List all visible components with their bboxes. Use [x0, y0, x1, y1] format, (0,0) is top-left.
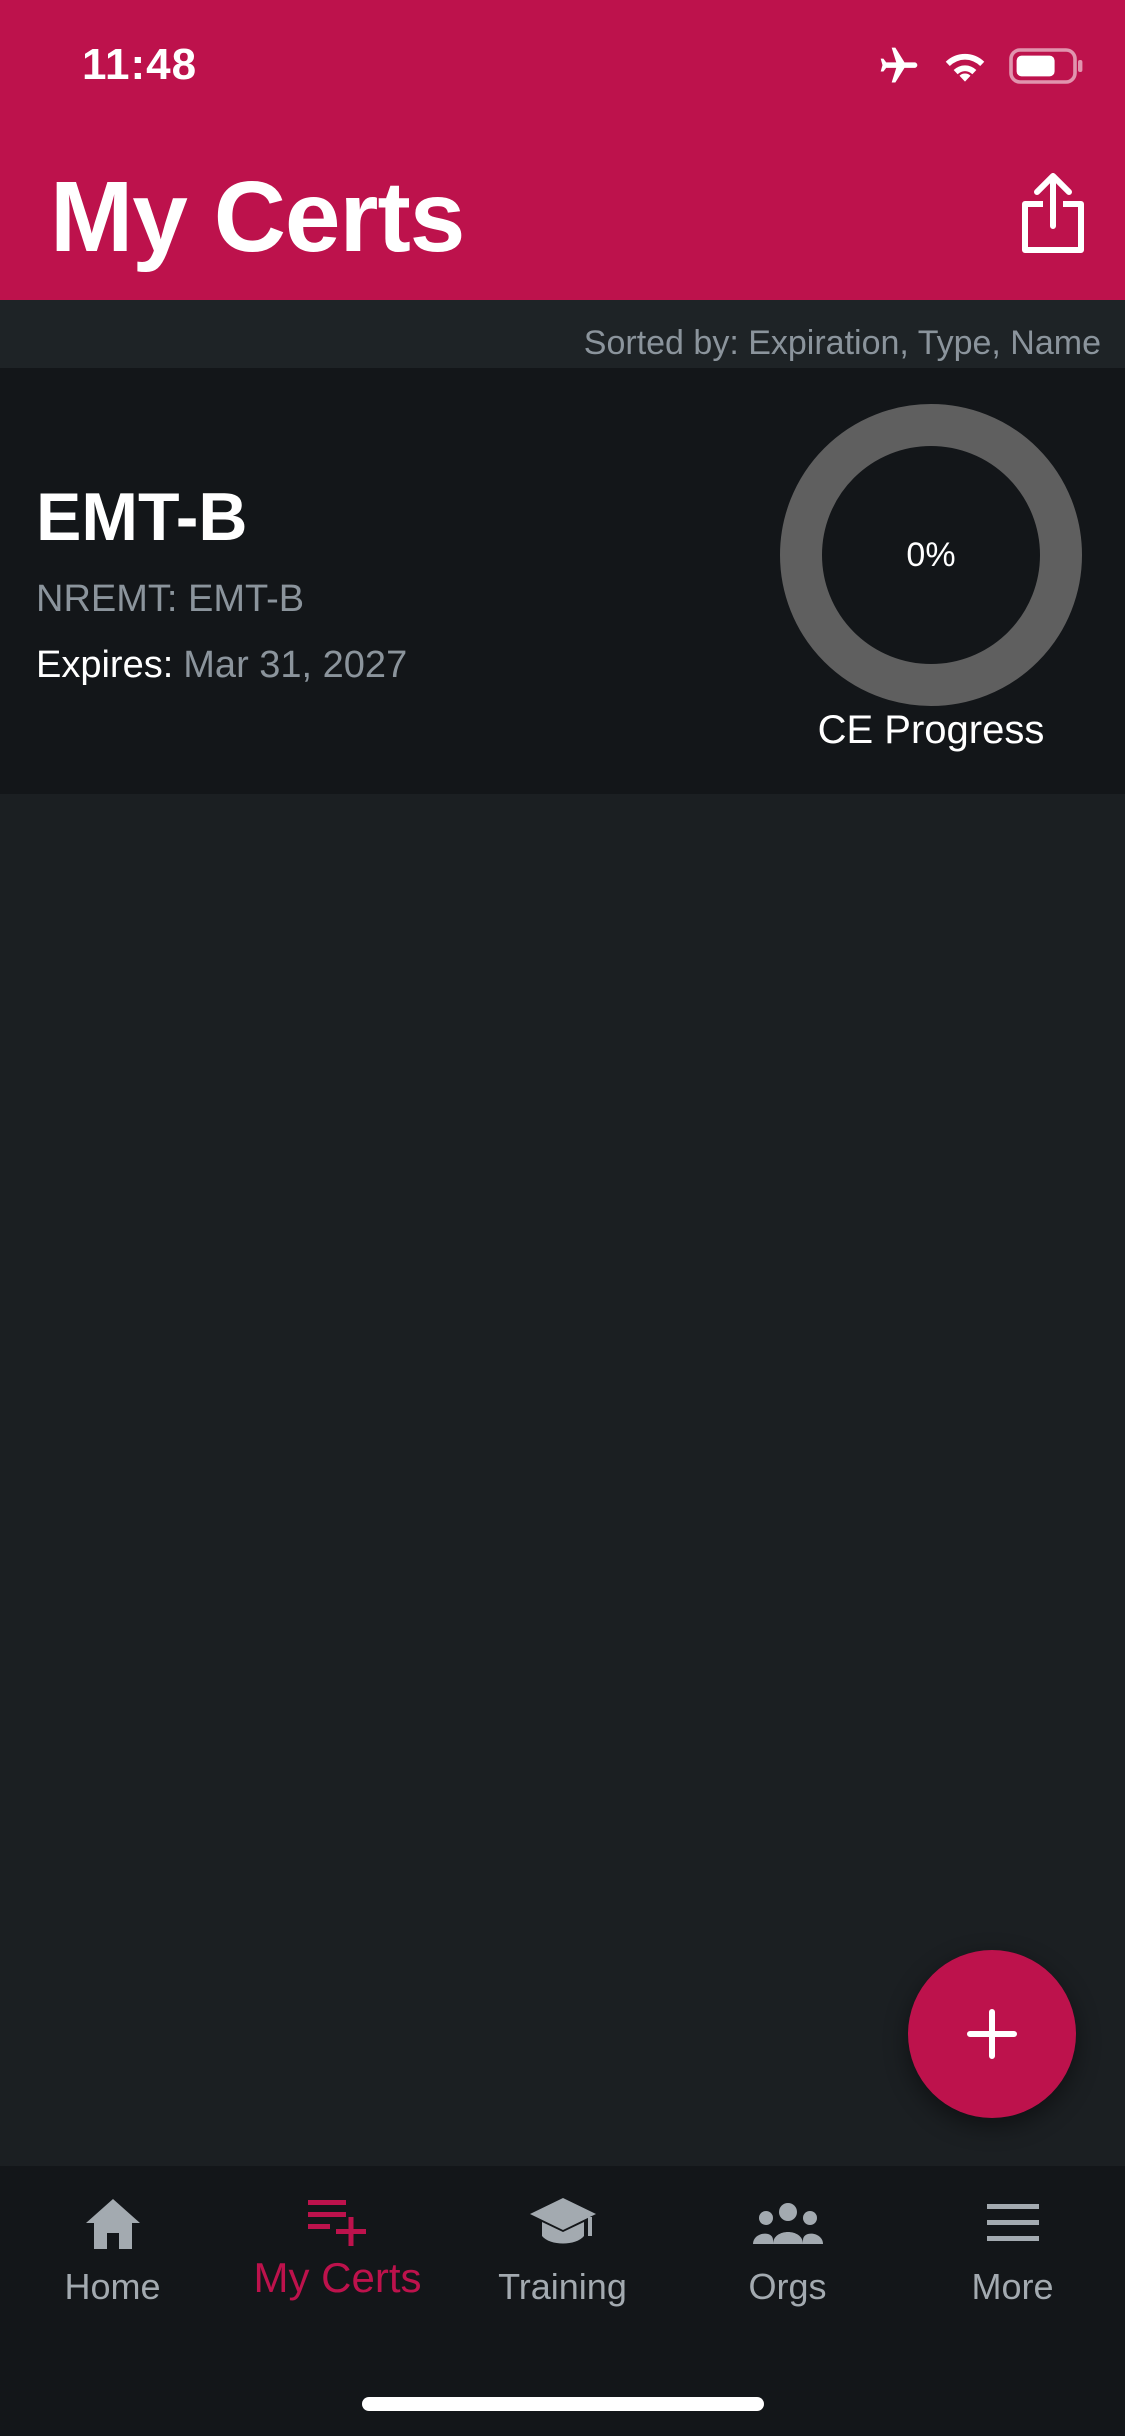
list-add-icon	[307, 2200, 366, 2246]
battery-icon	[1009, 48, 1083, 84]
cert-name: EMT-B	[36, 479, 248, 555]
graduation-cap-icon	[529, 2198, 596, 2244]
tab-more[interactable]: More	[900, 2196, 1125, 2308]
plus-icon	[967, 2009, 1017, 2059]
tab-orgs[interactable]: Orgs	[675, 2196, 900, 2308]
tab-bar: Home My Certs Training Orgs More	[0, 2166, 1125, 2436]
cert-card[interactable]: EMT-B NREMT: EMT-B Expires: Mar 31, 2027 …	[0, 368, 1125, 794]
people-icon	[752, 2203, 823, 2244]
progress-label: CE Progress	[817, 708, 1045, 752]
sort-bar[interactable]: Sorted by: Expiration, Type, Name	[0, 300, 1125, 368]
expires-value: Mar 31, 2027	[183, 644, 408, 686]
status-time: 11:48	[82, 40, 198, 89]
tab-home[interactable]: Home	[0, 2196, 225, 2308]
add-cert-button[interactable]	[908, 1950, 1076, 2118]
sort-label: Sorted by: Expiration, Type, Name	[583, 324, 1101, 362]
tab-label: Training	[498, 2266, 627, 2307]
home-icon	[85, 2199, 140, 2249]
status-icons	[877, 44, 1085, 88]
cert-expiration: Expires: Mar 31, 2027	[36, 644, 407, 687]
tab-training[interactable]: Training	[450, 2196, 675, 2308]
airplane-icon	[880, 47, 918, 83]
share-button[interactable]	[1017, 170, 1089, 256]
home-indicator	[362, 2397, 764, 2411]
page-title: My Certs	[50, 161, 465, 273]
menu-icon	[986, 2204, 1039, 2241]
expires-label: Expires:	[36, 644, 174, 686]
share-icon	[1022, 173, 1084, 253]
cert-issuer: NREMT: EMT-B	[36, 578, 305, 620]
tab-label: My Certs	[253, 2254, 422, 2301]
tab-label: Orgs	[748, 2266, 827, 2307]
app-header: 11:48 My Certs	[0, 0, 1125, 300]
tab-label: Home	[64, 2266, 161, 2307]
progress-percent: 0%	[906, 536, 956, 574]
tab-label: More	[971, 2266, 1054, 2307]
wifi-icon	[945, 53, 985, 82]
tab-my-certs[interactable]: My Certs	[225, 2196, 450, 2302]
